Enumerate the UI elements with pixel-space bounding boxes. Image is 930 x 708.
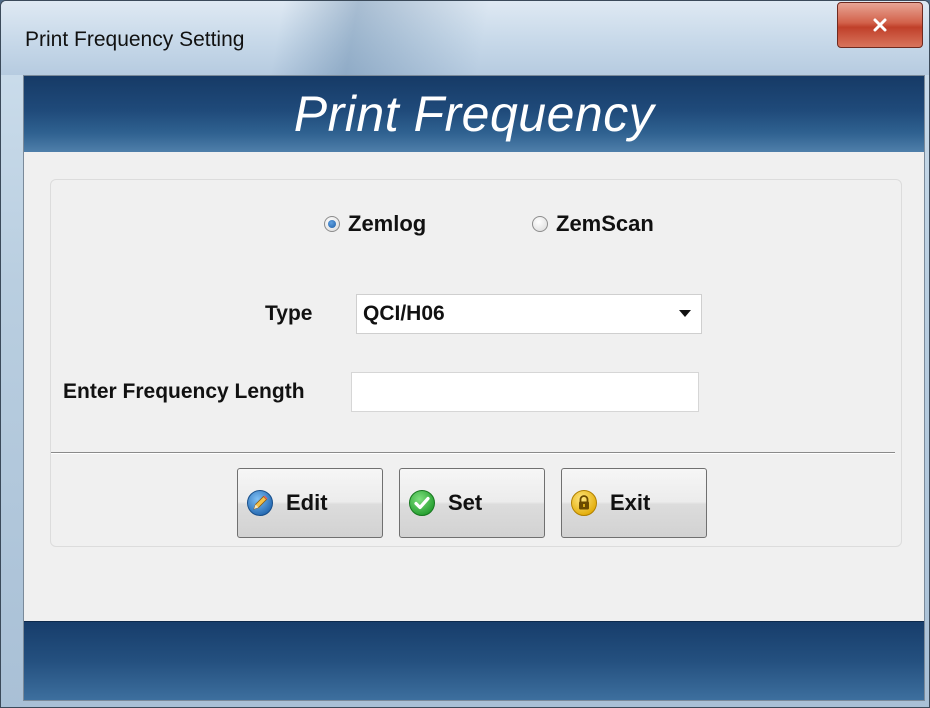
- settings-panel: Zemlog ZemScan Type QCI/H06 Enter Freque…: [50, 179, 902, 547]
- radio-zemlog-label: Zemlog: [348, 211, 427, 236]
- app-window: Print Frequency Setting Print Frequency …: [0, 0, 930, 708]
- radio-zemscan-label: ZemScan: [556, 211, 654, 236]
- divider: [51, 452, 895, 454]
- client-area: Print Frequency Zemlog ZemScan Type QCI/…: [23, 75, 925, 701]
- exit-button[interactable]: Exit: [561, 468, 707, 538]
- close-icon: [873, 18, 887, 32]
- header-band: Print Frequency: [24, 76, 924, 152]
- page-title: Print Frequency: [293, 86, 655, 142]
- type-select-value: QCI/H06: [363, 302, 445, 325]
- radio-zemlog[interactable]: Zemlog: [324, 211, 426, 237]
- title-bar[interactable]: Print Frequency Setting: [1, 1, 929, 75]
- footer-band: [24, 621, 924, 700]
- radio-zemscan[interactable]: ZemScan: [532, 211, 654, 237]
- set-button[interactable]: Set: [399, 468, 545, 538]
- radio-unchecked-icon[interactable]: [532, 216, 548, 232]
- chevron-down-icon[interactable]: [679, 310, 691, 317]
- window-title: Print Frequency Setting: [25, 28, 245, 51]
- lock-icon: [571, 490, 597, 516]
- type-label: Type: [265, 302, 313, 325]
- set-button-label: Set: [448, 490, 483, 515]
- close-button[interactable]: [837, 2, 923, 48]
- type-select[interactable]: QCI/H06: [356, 294, 702, 334]
- edit-button-label: Edit: [286, 490, 328, 515]
- radio-checked-icon[interactable]: [324, 216, 340, 232]
- edit-button[interactable]: Edit: [237, 468, 383, 538]
- checkmark-icon: [409, 490, 435, 516]
- frequency-length-label: Enter Frequency Length: [63, 380, 305, 403]
- frequency-length-input[interactable]: [351, 372, 699, 412]
- pencil-icon: [247, 490, 273, 516]
- exit-button-label: Exit: [610, 490, 651, 515]
